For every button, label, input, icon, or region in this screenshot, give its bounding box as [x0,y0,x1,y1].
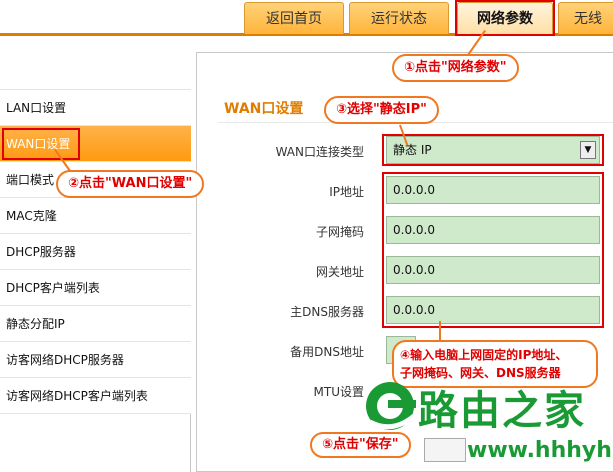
save-button[interactable] [424,438,466,462]
section-title: WAN口设置 [224,101,304,117]
sidebar-item-static-ip[interactable]: 静态分配IP [0,306,191,342]
annotation-step4-line2: 子网掩码、网关、DNS服务器 [400,366,561,380]
sidebar-item-dhcp-clients[interactable]: DHCP客户端列表 [0,270,191,306]
tab-home[interactable]: 返回首页 [244,2,344,34]
tab-status[interactable]: 运行状态 [349,2,449,34]
sidebar-item-lan[interactable]: LAN口设置 [0,90,191,126]
annotation-step4-line1: ④输入电脑上网固定的IP地址、 [400,348,568,362]
sidebar-item-mac-clone[interactable]: MAC克隆 [0,198,191,234]
sidebar: LAN口设置 WAN口设置 端口模式 MAC克隆 DHCP服务器 DHCP客户端… [0,52,191,472]
sidebar-spacer [0,52,191,90]
annotation-step4: ④输入电脑上网固定的IP地址、 子网掩码、网关、DNS服务器 [392,340,598,388]
sidebar-item-dhcp-server[interactable]: DHCP服务器 [0,234,191,270]
top-nav: 返回首页 运行状态 网络参数 无线 [0,0,613,36]
sidebar-item-guest-dhcp-clients[interactable]: 访客网络DHCP客户端列表 [0,378,191,414]
label-wan-type: WAN口连接类型 [275,145,364,159]
tab-wireless[interactable]: 无线 [558,2,613,34]
router-admin-page: { "nav": { "tabs": [ {"label": "返回首页"}, … [0,0,613,472]
annotation-step3: ③选择"静态IP" [324,96,439,124]
label-secondary-dns: 备用DNS地址 [290,345,364,359]
highlight-wan-item [2,128,80,160]
highlight-wan-type [382,134,604,166]
highlight-network-tab [455,0,555,36]
annotation-step2: ②点击"WAN口设置" [56,170,205,198]
label-ip: IP地址 [329,185,364,199]
label-gateway: 网关地址 [315,265,364,279]
highlight-ip-fields [382,172,604,328]
arrow-step4 [439,321,441,341]
annotation-step1: ①点击"网络参数" [392,54,519,82]
sidebar-item-guest-dhcp-server[interactable]: 访客网络DHCP服务器 [0,342,191,378]
label-primary-dns: 主DNS服务器 [290,305,364,319]
label-mtu: MTU设置 [313,385,364,399]
annotation-step5: ⑤点击"保存" [310,432,411,458]
label-subnet: 子网掩码 [315,225,364,239]
